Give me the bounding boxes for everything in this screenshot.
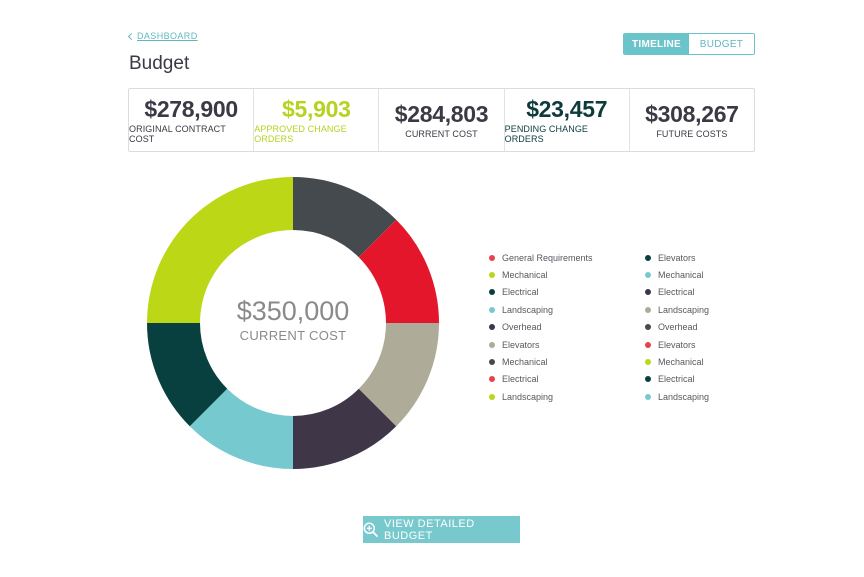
legend-item: Landscaping [489,301,593,318]
legend-item: Overhead [645,319,709,336]
stat-original-contract-cost: $278,900 ORIGINAL CONTRACT COST [129,89,255,151]
legend-label: Elevators [502,339,540,350]
legend-label: Landscaping [658,304,710,315]
legend-swatch [645,272,651,279]
legend-label: Landscaping [658,391,710,402]
legend-label: Mechanical [502,270,548,281]
legend-item: Mechanical [489,353,593,370]
page-title: Budget [129,53,190,74]
legend-swatch [489,376,495,383]
legend-swatch [645,341,651,348]
legend-item: Landscaping [489,388,593,405]
legend-swatch [645,306,651,313]
view-detailed-budget-label: VIEW DETAILED BUDGET [384,517,475,542]
cost-summary-bar: $278,900 ORIGINAL CONTRACT COST $5,903 A… [128,88,755,152]
back-to-dashboard-link[interactable]: DASHBOARD [127,31,198,41]
legend-label: Overhead [658,322,698,333]
legend-swatch [489,272,495,279]
legend-item: Electrical [645,371,709,388]
legend-item: Mechanical [489,266,593,283]
legend-label: Elevators [658,252,696,263]
legend-label: Landscaping [502,304,554,315]
legend-column-1: General Requirements Mechanical Electrical… [489,249,593,406]
legend-label: Mechanical [658,270,704,281]
legend-swatch [489,341,495,348]
legend-swatch [489,324,495,331]
legend-label: Mechanical [658,357,704,368]
stat-value: $5,903 [282,96,351,122]
legend-label: Mechanical [502,357,548,368]
legend-swatch [489,393,495,400]
legend-swatch [489,306,495,313]
legend-item: Elevators [489,336,593,353]
legend-item: Mechanical [645,353,709,370]
stat-label: FUTURE COSTS [656,129,728,139]
donut-center-caption: CURRENT COST [239,328,347,343]
legend-swatch [489,254,495,261]
timeline-toggle-button[interactable]: TIMELINE [624,34,689,54]
legend-item: Electrical [489,371,593,388]
stat-value: $278,900 [144,96,238,122]
stat-value: $284,803 [394,101,489,127]
legend-label: Landscaping [502,391,554,402]
stat-label: CURRENT COST [405,129,478,139]
zoom-in-icon [363,522,378,537]
legend-label: Electrical [502,374,539,385]
view-toggle: TIMELINE BUDGET [623,33,755,55]
legend-item: Elevators [645,249,709,266]
legend-item: Elevators [645,336,709,353]
legend-label: Electrical [658,374,695,385]
chevron-left-icon [127,32,136,40]
legend-item: Landscaping [645,388,709,405]
legend-swatch [645,376,651,383]
legend-swatch [489,359,495,366]
legend-label: Elevators [658,339,696,350]
view-detailed-budget-button[interactable]: VIEW DETAILED BUDGET [363,516,520,543]
stat-label: APPROVED CHANGE ORDERS [254,124,347,144]
legend-swatch [645,359,651,366]
legend-item: Mechanical [645,266,709,283]
donut-center-label: $350,000 CURRENT COST [200,296,386,343]
legend-item: Electrical [645,284,709,301]
stat-future-costs: $308,267 FUTURE COSTS [630,89,754,151]
legend-column-2: Elevators Mechanical Electrical Landscaping… [645,249,709,406]
stat-approved-change-orders: $5,903 APPROVED CHANGE ORDERS [254,89,380,151]
legend-item: General Requirements [489,249,593,266]
stat-pending-change-orders: $23,457 PENDING CHANGE ORDERS [505,89,630,151]
stat-value: $23,457 [526,96,608,122]
stat-value: $308,267 [645,101,739,127]
legend-item: Overhead [489,319,593,336]
legend-swatch [645,289,651,296]
stat-label: PENDING CHANGE ORDERS [504,124,589,144]
legend-label: General Requirements [502,252,593,263]
legend-swatch [645,324,651,331]
legend-swatch [645,393,651,400]
legend-label: Electrical [658,287,695,298]
legend-swatch [645,254,651,261]
budget-toggle-button[interactable]: BUDGET [689,34,754,54]
legend-item: Electrical [489,284,593,301]
stat-current-cost: $284,803 CURRENT COST [379,89,505,151]
donut-center-value: $350,000 [236,296,350,326]
legend-item: Landscaping [645,301,709,318]
legend-swatch [489,289,495,296]
stat-label: ORIGINAL CONTRACT COST [129,124,226,144]
back-link-label: DASHBOARD [137,31,198,41]
legend-label: Electrical [502,287,539,298]
legend-label: Overhead [502,322,542,333]
